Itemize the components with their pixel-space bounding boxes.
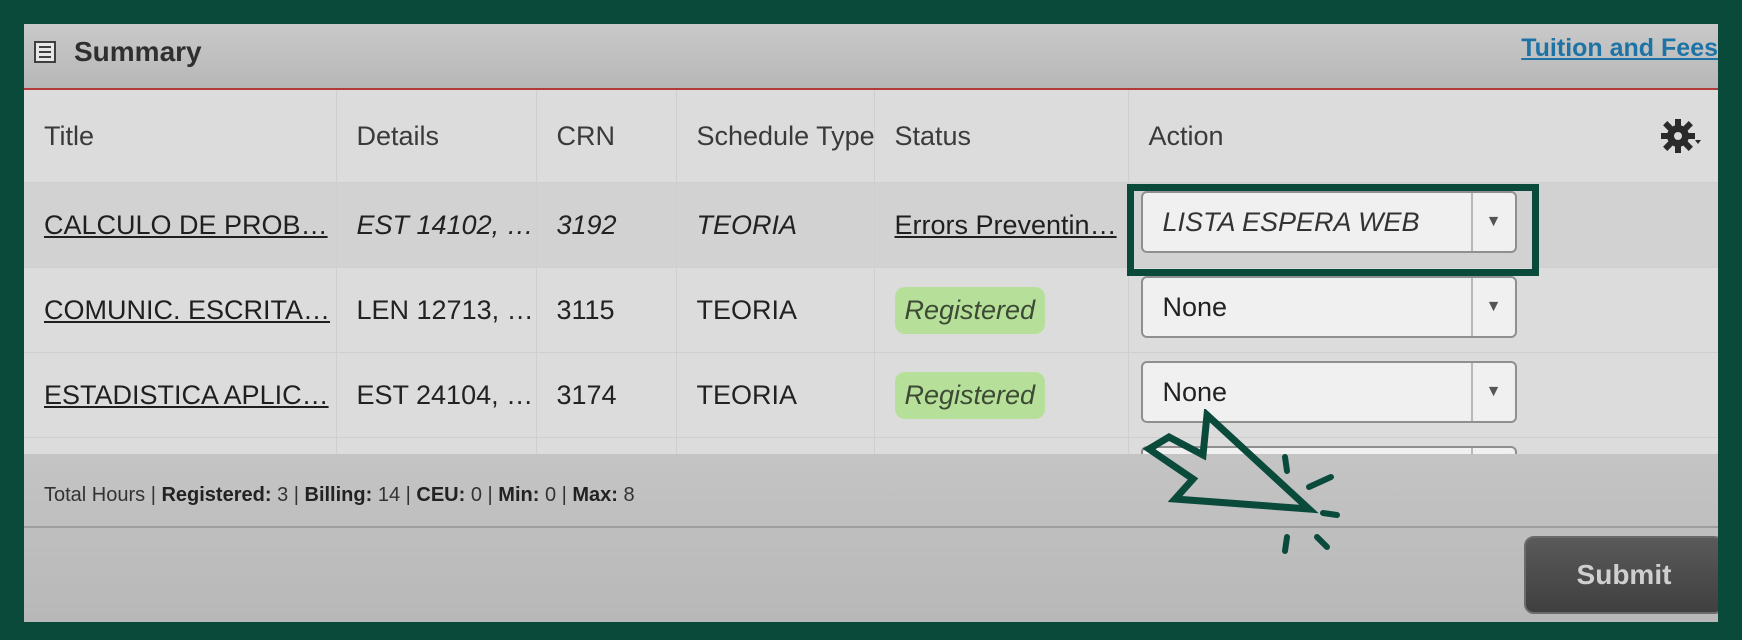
column-header-schedule-type[interactable]: Schedule Type [676,90,875,183]
chevron-down-icon[interactable]: ▼ [1470,362,1515,421]
table-icon [34,41,56,63]
column-header-details[interactable]: Details [336,90,537,183]
summary-table: Title Details CRN Schedule Type Status A… [24,90,1718,500]
course-title-link[interactable]: COMUNIC. ESCRITA… [44,295,330,325]
action-select-value: None [1162,291,1228,322]
submit-button[interactable]: Submit [1524,536,1718,614]
max-value: 8 [623,484,635,506]
gear-icon[interactable] [1658,114,1702,158]
crn-cell: 3192 [536,182,677,268]
summary-title: Summary [74,36,202,67]
min-value: 0 [544,484,557,506]
summary-table-container: Title Details CRN Schedule Type Status A… [24,90,1718,500]
column-header-action[interactable]: Action [1128,90,1718,183]
table-row: COMUNIC. ESCRITA… LEN 12713, … 3115 TEOR… [24,267,1718,353]
ceu-value: 0 [470,484,482,506]
table-row: ESTADISTICA APLIC… EST 24104, … 3174 TEO… [24,352,1718,438]
table-header-row: Title Details CRN Schedule Type Status A… [24,90,1718,183]
details-cell: EST 24104, … [336,352,537,438]
status-error-link[interactable]: Errors Preventin… [895,210,1117,240]
schedule-type-cell: TEORIA [676,352,875,438]
total-hours-label: Total Hours [44,484,146,506]
status-badge: Registered [894,286,1046,334]
min-label: Min: [498,484,540,506]
ceu-label: CEU: [416,484,466,506]
course-title-link[interactable]: CALCULO DE PROB… [44,210,328,240]
details-cell: EST 14102, … [336,182,537,268]
footer-divider [24,526,1718,528]
action-highlight-box [1127,184,1539,276]
max-label: Max: [572,484,618,506]
chevron-down-icon[interactable]: ▼ [1470,277,1515,336]
tuition-and-fees-link[interactable]: Tuition and Fees [1521,34,1718,63]
column-header-action-label: Action [1148,120,1224,151]
action-select[interactable]: None ▼ [1140,275,1517,338]
registration-summary-window: Summary Tuition and Fees Title Details C… [24,24,1718,622]
summary-footer: Total Hours | Registered: 3 | Billing: 1… [24,454,1718,622]
column-header-status[interactable]: Status [874,90,1129,183]
column-header-crn[interactable]: CRN [536,90,677,183]
cursor-click-icon [1142,409,1340,554]
billing-value: 14 [377,484,401,506]
total-hours-summary: Total Hours | Registered: 3 | Billing: 1… [44,484,635,506]
crn-cell: 3115 [536,267,677,353]
details-cell: LEN 12713, … [336,267,537,353]
column-header-title[interactable]: Title [24,90,337,183]
status-badge: Registered [894,371,1046,419]
course-title-link[interactable]: ESTADISTICA APLIC… [44,380,329,410]
registered-label: Registered: [161,484,272,506]
schedule-type-cell: TEORIA [676,267,875,353]
summary-header: Summary Tuition and Fees [24,24,1718,90]
action-select-value: None [1162,376,1228,407]
crn-cell: 3174 [536,352,677,438]
registered-value: 3 [277,484,289,506]
schedule-type-cell: TEORIA [676,182,875,268]
billing-label: Billing: [304,484,373,506]
